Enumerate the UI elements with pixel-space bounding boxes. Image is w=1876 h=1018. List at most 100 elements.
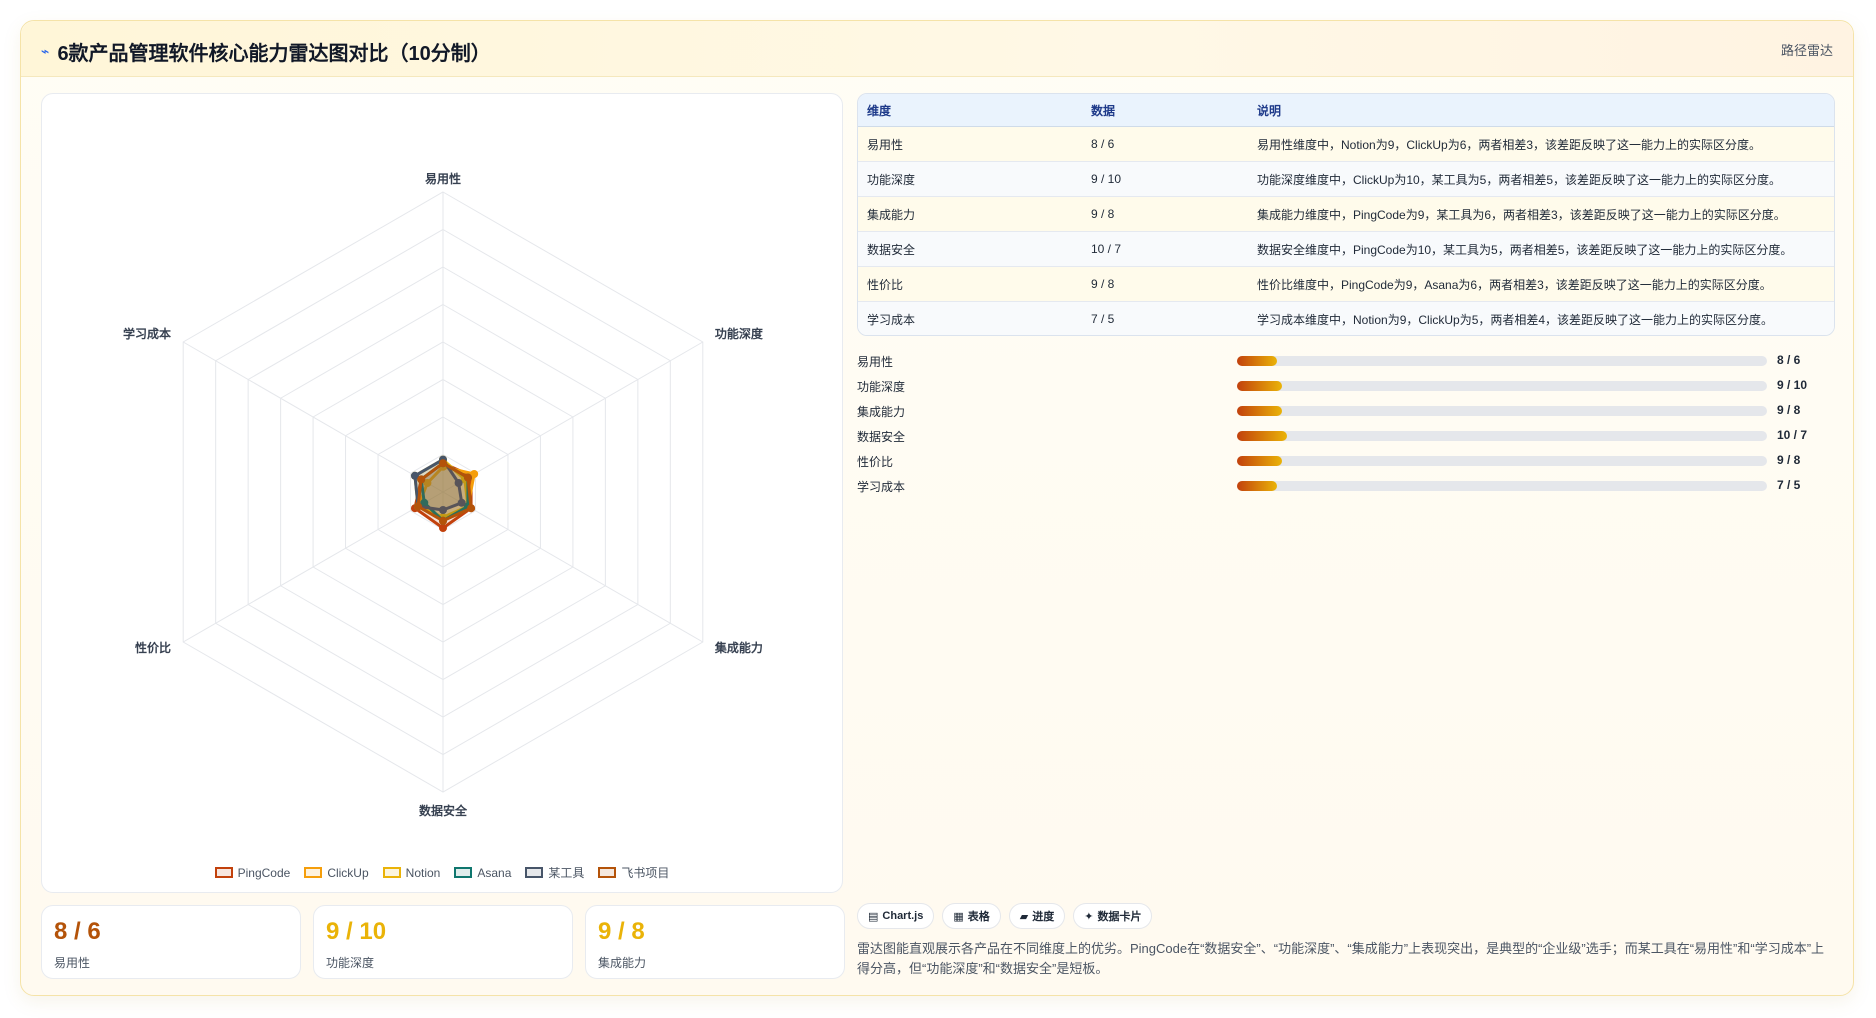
- cell-data: 9 / 8: [1082, 266, 1248, 302]
- kpi-value: 8 / 6: [54, 918, 101, 945]
- tab-table[interactable]: ▦ 表格: [942, 903, 1001, 929]
- progress-fill: [1237, 456, 1283, 466]
- kpi-value: 9 / 10: [326, 918, 387, 945]
- axis-label: 性价比: [134, 640, 171, 655]
- legend-item[interactable]: 某工具: [525, 864, 584, 881]
- legend-item[interactable]: PingCode: [214, 864, 291, 881]
- cell-description: 易用性维度中，Notion为9，ClickUp为6，两者相差3，该差距反映了这一…: [1248, 126, 1834, 162]
- data-point: [439, 524, 447, 532]
- tab-label: 表格: [967, 911, 990, 923]
- cell-dimension: 易用性: [858, 126, 1082, 162]
- legend-swatch: [382, 867, 401, 878]
- tab-chart[interactable]: ▤ Chart.js: [857, 903, 935, 929]
- cell-description: 学习成本维度中，Notion为9，ClickUp为5，两者相差4，该差距反映了这…: [1248, 301, 1834, 335]
- cell-description: 性价比维度中，PingCode为9，Asana为6，两者相差3，该差距反映了这一…: [1248, 266, 1834, 302]
- cell-dimension: 功能深度: [858, 161, 1082, 197]
- tab-progress[interactable]: ▰ 进度: [1008, 903, 1066, 929]
- cell-description: 功能深度维度中，ClickUp为10，某工具为5，两者相差5，该差距反映了这一能…: [1248, 161, 1834, 197]
- progress-label: 性价比: [857, 455, 894, 469]
- progress-value: 10 / 7: [1777, 428, 1808, 442]
- chart-card: ⌁ 6款产品管理软件核心能力雷达图对比（10分制） 路径雷达 易用性 功能深度 集成…: [20, 20, 1854, 996]
- progress-row: 功能深度 9 / 10: [857, 374, 1835, 399]
- progress-fill: [1237, 406, 1283, 416]
- legend-label: ClickUp: [327, 865, 369, 880]
- progress-label: 集成能力: [857, 405, 906, 419]
- legend-item[interactable]: Notion: [382, 864, 441, 881]
- progress-row: 学习成本 7 / 5: [857, 474, 1835, 499]
- trend-line-icon: ⌁: [41, 43, 50, 59]
- kpi-value: 9 / 8: [598, 918, 645, 945]
- legend-swatch: [454, 867, 473, 878]
- data-point: [463, 473, 472, 482]
- cell-data: 9 / 10: [1082, 161, 1248, 197]
- progress-icon: ▰: [1019, 910, 1029, 923]
- data-point: [439, 516, 447, 525]
- cell-dimension: 数据安全: [858, 231, 1082, 267]
- data-point: [417, 475, 426, 484]
- progress-value: 9 / 8: [1777, 453, 1801, 467]
- table-row: 易用性 8 / 6 易用性维度中，Notion为9，ClickUp为6，两者相差3，…: [858, 126, 1834, 162]
- column-header-dimension: 维度: [858, 94, 1082, 127]
- tab-label: Chart.js: [882, 910, 924, 922]
- progress-label: 易用性: [857, 355, 894, 369]
- chart-description: 雷达图能直观展示各产品在不同维度上的优劣。PingCode在“数据安全”、“功能…: [857, 941, 1825, 976]
- cell-description: 数据安全维度中，PingCode为10，某工具为5，两者相差5，该差距反映了这一…: [1248, 231, 1834, 267]
- chart-icon: ▤: [868, 910, 879, 923]
- card-header: ⌁ 6款产品管理软件核心能力雷达图对比（10分制） 路径雷达: [21, 21, 1853, 77]
- table-row: 集成能力 9 / 8 集成能力维度中，PingCode为9，某工具为6，两者相差3，…: [858, 196, 1834, 232]
- kpi-label: 易用性: [54, 956, 91, 970]
- legend-label: 飞书项目: [621, 866, 670, 880]
- legend-swatch: [525, 867, 544, 878]
- legend-label: Notion: [405, 865, 441, 880]
- cell-dimension: 集成能力: [858, 196, 1082, 232]
- legend-item[interactable]: ClickUp: [304, 864, 369, 881]
- radar-chart: 易用性功能深度集成能力数据安全 性价比 学习成本: [123, 171, 764, 818]
- column-header-data: 数据: [1082, 94, 1248, 127]
- axis-label: 学习成本: [123, 326, 171, 341]
- axis-label: 易用性: [425, 171, 461, 186]
- cell-data: 10 / 7: [1082, 231, 1248, 267]
- page-title-text: 6款产品管理软件核心能力雷达图对比（10分制）: [57, 43, 491, 65]
- table-header-row: 维度 数据 说明: [858, 94, 1834, 127]
- cell-data: 8 / 6: [1082, 126, 1248, 162]
- legend-swatch: [598, 867, 617, 878]
- legend-item[interactable]: Asana: [454, 864, 511, 881]
- table-row: 功能深度 9 / 10 功能深度维度中，ClickUp为10，某工具为5，两者相差5…: [858, 161, 1834, 197]
- kpi-label: 功能深度: [326, 956, 375, 970]
- tab-label: 数据卡片: [1097, 911, 1142, 923]
- chart-legend: PingCode ClickUp Notion Asana 某工具 飞书项目: [42, 864, 842, 881]
- legend-swatch: [214, 867, 233, 878]
- progress-value: 8 / 6: [1777, 353, 1801, 367]
- progress-track: [1237, 431, 1767, 441]
- table-row: 数据安全 10 / 7 数据安全维度中，PingCode为10，某工具为5，两者相差…: [858, 231, 1834, 267]
- progress-row: 易用性 8 / 6: [857, 349, 1835, 374]
- legend-label: PingCode: [237, 865, 291, 880]
- cell-description: 集成能力维度中，PingCode为9，某工具为6，两者相差3，该差距反映了这一能…: [1248, 196, 1834, 232]
- progress-label: 学习成本: [857, 480, 906, 494]
- cell-data: 9 / 8: [1082, 196, 1248, 232]
- progress-track: [1237, 356, 1767, 366]
- tab-card[interactable]: ✦ 数据卡片: [1073, 903, 1153, 929]
- cell-data: 7 / 5: [1082, 301, 1248, 335]
- progress-track: [1237, 406, 1767, 416]
- progress-label: 功能深度: [857, 380, 906, 394]
- progress-fill: [1237, 431, 1288, 441]
- kpi-label: 集成能力: [598, 956, 647, 970]
- progress-track: [1237, 456, 1767, 466]
- progress-value: 9 / 10: [1777, 378, 1808, 392]
- axis-label: 集成能力: [714, 640, 763, 655]
- kpi-card: 9 / 8 集成能力: [585, 905, 845, 979]
- progress-fill: [1237, 481, 1277, 491]
- legend-item[interactable]: 飞书项目: [598, 864, 669, 881]
- progress-fill: [1237, 381, 1283, 391]
- progress-track: [1237, 381, 1767, 391]
- data-point: [439, 459, 447, 468]
- data-point: [414, 502, 423, 511]
- legend-label: Asana: [477, 865, 512, 880]
- kpi-card: 9 / 10 功能深度: [313, 905, 573, 979]
- cell-dimension: 学习成本: [858, 301, 1082, 335]
- progress-value: 7 / 5: [1777, 478, 1801, 492]
- table-icon: ▦: [953, 910, 964, 923]
- legend-label: 某工具: [548, 866, 585, 880]
- page-title: ⌁ 6款产品管理软件核心能力雷达图对比（10分制）: [41, 37, 491, 66]
